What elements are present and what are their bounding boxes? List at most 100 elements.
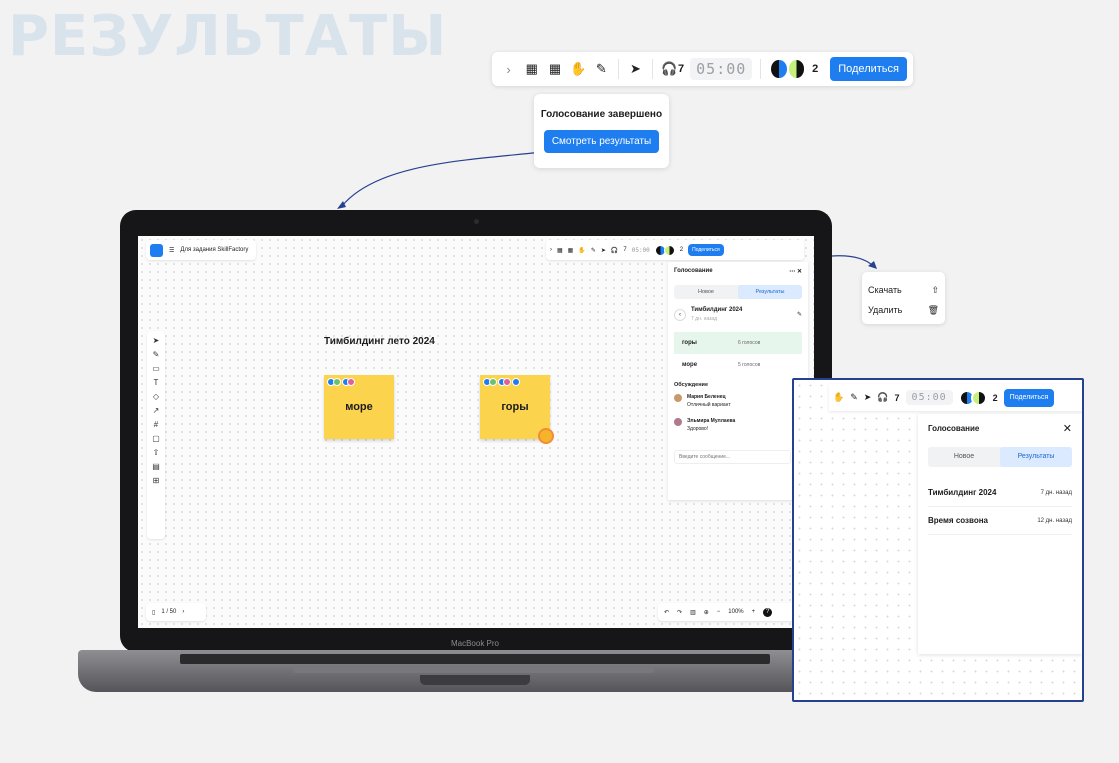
template-icon[interactable]: ▤ [152, 462, 160, 471]
menu-item-download[interactable]: Скачать ⇧ [868, 280, 939, 300]
edit-icon[interactable]: ✎ [591, 247, 596, 254]
avatar[interactable] [970, 389, 987, 406]
help-icon[interactable]: ? [763, 607, 773, 617]
popover-title: Голосование завершено [540, 109, 663, 120]
chevron-right-icon[interactable]: › [550, 247, 552, 253]
avatar[interactable] [769, 58, 789, 80]
hand-icon[interactable]: ✋ [833, 392, 844, 403]
board-name[interactable]: Для задания SkillFactory [180, 247, 248, 253]
sidebar-toggle-icon[interactable]: ▯ [152, 609, 155, 616]
board-toolbar: › ▦ ▦ ✋ ✎ ➤ 🎧 7 05:00 2 Поделиться [546, 240, 804, 260]
pen-icon[interactable]: ✎ [153, 350, 160, 359]
zoom-in-icon[interactable]: + [752, 609, 756, 615]
vote-panel: Голосование ⋯ ✕ Новое Результаты ‹ Тимби… [668, 262, 808, 500]
panel-title: Голосование [674, 268, 713, 274]
grid-icon[interactable]: ▦ [523, 59, 540, 79]
participants-count: 2 [679, 247, 684, 253]
back-icon[interactable]: ‹ [674, 308, 686, 321]
chevron-right-icon[interactable]: › [182, 609, 184, 615]
board-title: Тимбилдинг лето 2024 [324, 336, 435, 347]
voter-avatar [503, 378, 511, 386]
participants-count: 2 [812, 63, 819, 75]
menu-icon[interactable]: ☰ [169, 247, 174, 254]
hand-icon[interactable]: ✋ [570, 59, 587, 79]
avatar[interactable] [786, 58, 807, 80]
page-counter[interactable]: 1 / 50 [161, 609, 176, 615]
chevron-right-icon[interactable]: › [500, 59, 517, 79]
board-header: ☰ Для задания SkillFactory [146, 240, 257, 260]
voter-avatar [347, 378, 355, 386]
pointer-icon[interactable]: ➤ [864, 392, 872, 403]
edit-icon[interactable]: ✎ [797, 311, 802, 318]
tools-sidebar: ➤ ✎ ▭ T ◇ ↗ # ▢ ⇧ ▤ ⊞ [147, 331, 165, 539]
shapes-icon[interactable]: ◇ [153, 392, 159, 401]
message-input[interactable] [674, 450, 791, 464]
edit-icon[interactable]: ✎ [593, 59, 610, 79]
trash-icon: 🗑 [927, 304, 939, 315]
tab-new[interactable]: Новое [674, 285, 738, 299]
share-icon: ⇧ [931, 284, 939, 295]
upload-icon[interactable]: ⇧ [153, 448, 160, 457]
tab-new[interactable]: Новое [928, 447, 1000, 467]
headphones-count: 7 [623, 247, 627, 253]
zoom-out-icon[interactable]: − [717, 609, 721, 615]
divider [760, 59, 762, 79]
menu-item-delete[interactable]: Удалить 🗑 [868, 300, 939, 320]
menu-item-label: Удалить [868, 305, 903, 315]
vote-panel: Голосование ✕ Новое Результаты Тимбилдин… [918, 414, 1082, 654]
trackpad [294, 665, 654, 673]
vote-name: Тимбилдинг 2024 [928, 488, 997, 497]
share-button[interactable]: Поделиться [830, 57, 907, 81]
zoom-level[interactable]: 100% [728, 609, 743, 615]
vote-list-item[interactable]: Время созвона 12 дн. назад [928, 507, 1072, 535]
sticky-note[interactable]: море [324, 375, 394, 439]
avatar[interactable] [663, 244, 675, 256]
share-button[interactable]: Поделиться [688, 244, 724, 256]
timer[interactable]: 05:00 [632, 247, 650, 254]
add-icon[interactable]: ⊞ [153, 476, 160, 485]
app-logo[interactable] [150, 243, 163, 257]
undo-icon[interactable]: ↶ [664, 609, 669, 616]
edit-icon[interactable]: ✎ [850, 392, 858, 403]
frame-icon[interactable]: # [154, 420, 158, 429]
zoomed-panel-view: ✋ ✎ ➤ 🎧 7 05:00 2 Поделиться Голосование… [792, 378, 1084, 702]
grid-icon[interactable]: ▦ [557, 247, 563, 254]
pointer-icon[interactable]: ➤ [601, 247, 606, 254]
table-icon[interactable]: ▦ [546, 59, 563, 79]
vote-list-item[interactable]: Тимбилдинг 2024 7 дн. назад [928, 479, 1072, 507]
laptop-screen: ☰ Для задания SkillFactory › ▦ ▦ ✋ ✎ ➤ 🎧… [138, 236, 814, 628]
tab-results[interactable]: Результаты [1000, 447, 1072, 467]
timer[interactable]: 05:00 [905, 390, 953, 405]
redo-icon[interactable]: ↷ [677, 609, 682, 616]
winner-medal-icon [538, 428, 554, 444]
tab-results[interactable]: Результаты [738, 285, 802, 299]
headphones-count: 7 [894, 392, 900, 403]
target-icon[interactable]: ⊕ [704, 609, 709, 616]
pointer-icon[interactable]: ➤ [627, 59, 644, 79]
headphones-icon[interactable]: 🎧 [877, 392, 888, 403]
comment-icon[interactable]: ▢ [152, 434, 160, 443]
headphones-icon[interactable]: 🎧 [661, 59, 678, 79]
sticky-note-icon[interactable]: ▭ [152, 364, 160, 373]
text-icon[interactable]: T [154, 378, 159, 387]
cursor-icon[interactable]: ➤ [153, 336, 160, 345]
more-icon[interactable]: ⋯ [789, 269, 795, 275]
vote-date: 12 дн. назад [1037, 517, 1072, 524]
arrow-icon[interactable]: ↗ [153, 406, 160, 415]
discussion-heading: Обсуждение [674, 382, 708, 388]
pages-control: ▯ 1 / 50 › [146, 603, 206, 621]
tabs: Новое Результаты [674, 285, 802, 299]
vote-finished-popover: Голосование завершено Смотреть результат… [534, 94, 669, 168]
table-icon[interactable]: ▦ [568, 247, 574, 254]
voter-avatar [333, 378, 341, 386]
hand-icon[interactable]: ✋ [578, 247, 585, 254]
close-icon[interactable]: ✕ [797, 269, 802, 275]
share-button[interactable]: Поделиться [1003, 388, 1055, 407]
menu-item-label: Скачать [868, 285, 902, 295]
close-icon[interactable]: ✕ [1063, 422, 1072, 435]
timer[interactable]: 05:00 [690, 58, 753, 80]
headphones-icon[interactable]: 🎧 [611, 247, 618, 254]
result-name: горы [682, 340, 697, 346]
view-results-button[interactable]: Смотреть результаты [543, 130, 660, 153]
map-icon[interactable]: ▥ [690, 609, 696, 616]
